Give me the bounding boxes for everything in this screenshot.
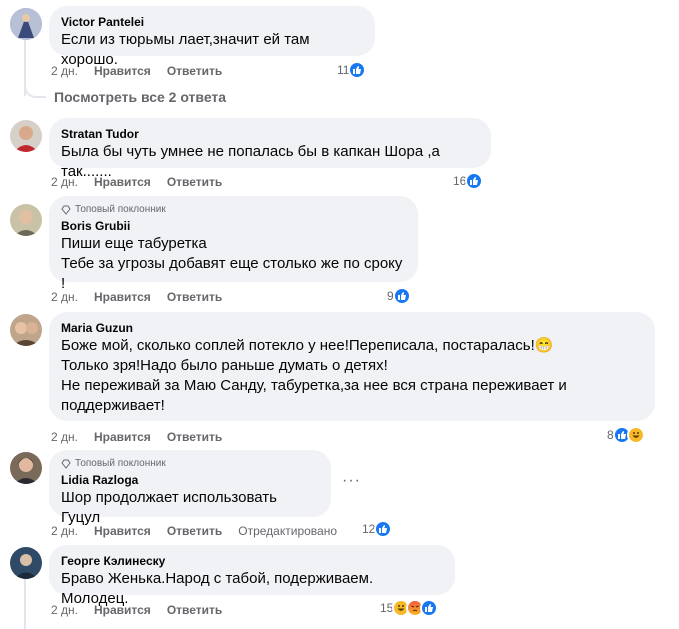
comment-bubble: Victor Pantelei Если из тюрьмы лает,знач… xyxy=(49,6,375,68)
comment-time[interactable]: 2 дн. xyxy=(51,175,78,189)
diamond-icon xyxy=(61,205,71,215)
like-button[interactable]: Нравится xyxy=(94,175,151,189)
reply-button[interactable]: Ответить xyxy=(167,430,222,444)
more-options-icon[interactable]: ··· xyxy=(342,472,361,490)
comment-bubble: Stratan Tudor Была бы чуть умнее не попа… xyxy=(49,118,491,180)
comment-author[interactable]: Boris Grubii xyxy=(61,218,406,234)
diamond-icon xyxy=(61,459,71,469)
like-button[interactable]: Нравится xyxy=(94,524,151,538)
thread-line xyxy=(24,578,26,629)
comment-actions: 2 дн. Нравится Ответить xyxy=(51,174,238,190)
comment-author[interactable]: Maria Guzun xyxy=(61,320,643,336)
view-replies-link[interactable]: Посмотреть все 2 ответа xyxy=(54,89,226,105)
like-button[interactable]: Нравится xyxy=(94,64,151,78)
comment-author[interactable]: Victor Pantelei xyxy=(61,14,363,30)
reaction-summary[interactable]: 15 xyxy=(380,599,439,617)
reaction-summary[interactable]: 11 xyxy=(337,61,367,79)
avatar[interactable] xyxy=(10,452,42,484)
reaction-count: 15 xyxy=(380,601,394,615)
comment-actions: 2 дн. Нравится Ответить xyxy=(51,602,238,618)
comment-author[interactable]: Stratan Tudor xyxy=(61,126,479,142)
avatar[interactable] xyxy=(10,204,42,236)
top-fan-badge: Топовый поклонник xyxy=(61,204,406,215)
comment-bubble: Maria Guzun Боже мой, сколько соплей пот… xyxy=(49,312,655,421)
like-button[interactable]: Нравится xyxy=(94,603,151,617)
haha-reaction-icon xyxy=(626,426,645,444)
comment-bubble: Топовый поклонник Boris Grubii Пиши еще … xyxy=(49,196,418,292)
reply-button[interactable]: Ответить xyxy=(167,290,222,304)
like-reaction-icon xyxy=(374,520,393,538)
reaction-count: 12 xyxy=(362,522,376,536)
reply-button[interactable]: Ответить xyxy=(167,64,222,78)
like-reaction-icon xyxy=(392,287,411,305)
top-fan-badge: Топовый поклонник xyxy=(61,458,319,469)
comment-time[interactable]: 2 дн. xyxy=(51,290,78,304)
comment-actions: 2 дн. Нравится Ответить xyxy=(51,63,238,79)
top-fan-label: Топовый поклонник xyxy=(75,458,166,469)
comment-actions: 2 дн. Нравится Ответить xyxy=(51,429,238,445)
reply-button[interactable]: Ответить xyxy=(167,603,222,617)
like-reaction-icon xyxy=(420,599,439,617)
reaction-summary[interactable]: 12 xyxy=(362,520,393,538)
avatar[interactable] xyxy=(10,314,42,346)
comment-text: Боже мой, сколько соплей потекло у нее!П… xyxy=(61,337,567,414)
edited-label: Отредактировано xyxy=(238,524,338,538)
comment-bubble: Топовый поклонник Lidia Razloga Шор прод… xyxy=(49,450,331,526)
avatar[interactable] xyxy=(10,120,42,152)
thread-connector xyxy=(24,82,46,98)
like-button[interactable]: Нравится xyxy=(94,290,151,304)
reaction-count: 16 xyxy=(453,174,467,188)
comment-author[interactable]: Lidia Razloga xyxy=(61,472,319,488)
comment-bubble: Георге Кэлинеску Браво Женька.Народ с та… xyxy=(49,545,455,607)
reply-button[interactable]: Ответить xyxy=(167,524,222,538)
comment-time[interactable]: 2 дн. xyxy=(51,64,78,78)
comment-actions: 2 дн. Нравится Ответить Отредактировано xyxy=(51,523,353,539)
reaction-summary[interactable]: 16 xyxy=(453,172,484,190)
reply-button[interactable]: Ответить xyxy=(167,175,222,189)
avatar[interactable] xyxy=(10,8,42,40)
comment-time[interactable]: 2 дн. xyxy=(51,603,78,617)
reaction-summary[interactable]: 9 xyxy=(387,287,411,305)
comment-text: Шор продолжает использовать Гуцул xyxy=(61,489,277,526)
like-reaction-icon xyxy=(348,61,367,79)
like-reaction-icon xyxy=(465,172,484,190)
top-fan-label: Топовый поклонник xyxy=(75,204,166,215)
comment-actions: 2 дн. Нравится Ответить xyxy=(51,289,238,305)
avatar[interactable] xyxy=(10,547,42,579)
comment-time[interactable]: 2 дн. xyxy=(51,524,78,538)
comment-author[interactable]: Георге Кэлинеску xyxy=(61,553,443,569)
like-button[interactable]: Нравится xyxy=(94,430,151,444)
comment-text: Пиши еще табуретка Тебе за угрозы добавя… xyxy=(61,235,403,292)
comment-time[interactable]: 2 дн. xyxy=(51,430,78,444)
reaction-summary[interactable]: 8 xyxy=(607,426,645,444)
